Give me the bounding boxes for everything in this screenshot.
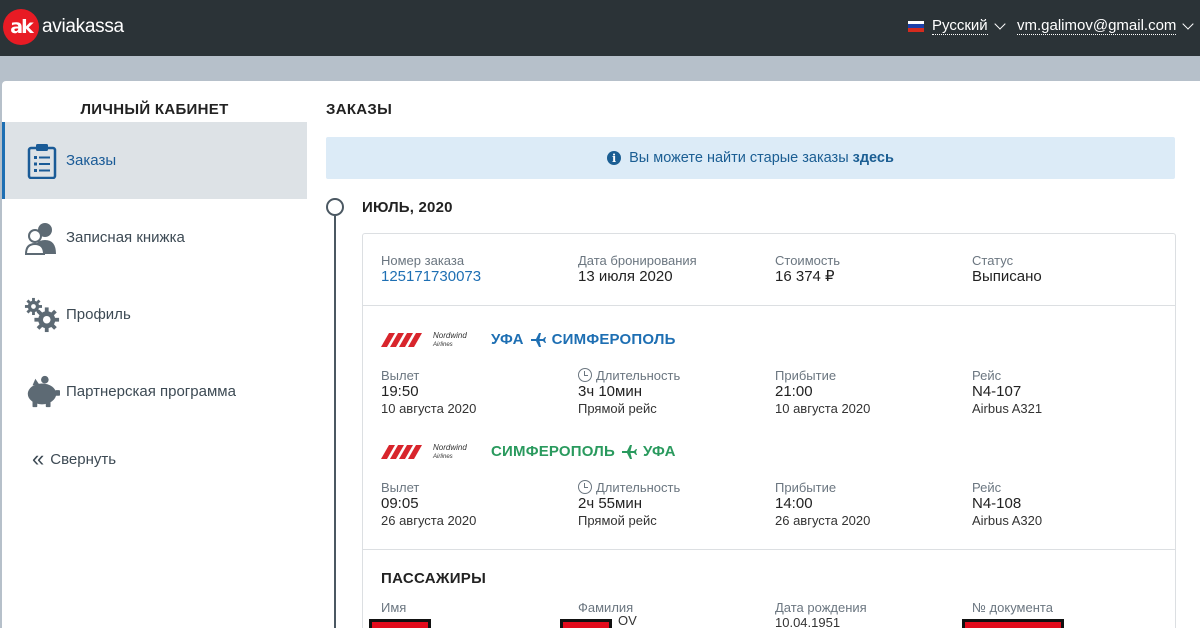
airline-sub: Airlines (433, 453, 453, 460)
sidebar-item-label: Заказы (66, 152, 117, 169)
duration-value: 2ч 55мин (578, 495, 642, 512)
notice-text: Вы можете найти старые заказы (629, 150, 849, 166)
order-number-label: Номер заказа (381, 253, 465, 268)
aircraft: Airbus A320 (972, 513, 1043, 528)
chevron-down-icon (1182, 17, 1195, 30)
timeline-dot (326, 198, 344, 216)
russia-flag-icon (908, 20, 924, 32)
route-outbound: УФА СИМФЕРОПОЛЬ (491, 331, 676, 348)
gears-icon (24, 297, 60, 333)
status-value: Выписано (972, 268, 1042, 285)
redaction-block (962, 619, 1064, 628)
booking-date-label: Дата бронирования (578, 253, 697, 268)
orders-panel: ЗАКАЗЫ i Вы можете найти старые заказы з… (307, 81, 1200, 628)
duration-value: 3ч 10мин (578, 383, 642, 400)
flight-number: N4-108 (972, 495, 1022, 512)
clock-icon (578, 480, 592, 494)
info-icon: i (607, 151, 622, 165)
logo-text: aviakassa (42, 16, 124, 37)
price-label: Стоимость (775, 253, 841, 268)
arrival-date: 26 августа 2020 (775, 513, 871, 528)
departure-date: 10 августа 2020 (381, 401, 477, 416)
sidebar-item-label: Партнерская программа (66, 383, 236, 400)
status-label: Статус (972, 253, 1014, 268)
page-title: ЗАКАЗЫ (326, 101, 393, 118)
departure-time: 19:50 (381, 383, 419, 400)
route-return: СИМФЕРОПОЛЬ УФА (491, 443, 676, 460)
departure-date: 26 августа 2020 (381, 513, 477, 528)
month-heading: ИЮЛЬ, 2020 (362, 199, 453, 216)
sidebar-item-orders[interactable]: Заказы (2, 122, 307, 199)
arrival-time: 14:00 (775, 495, 813, 512)
sidebar-item-label: Профиль (66, 306, 131, 323)
piggy-bank-icon (24, 374, 60, 410)
order-number-link[interactable]: 125171730073 (381, 268, 481, 286)
document-label: № документа (972, 600, 1053, 615)
divider (363, 305, 1175, 306)
logo-mark: ak (3, 9, 39, 45)
chevron-down-icon (994, 17, 1006, 30)
arrival-label: Прибытие (775, 480, 837, 495)
plane-icon (621, 444, 637, 459)
aviakassa-logo[interactable]: ak aviakassa (3, 9, 124, 45)
divider (363, 549, 1175, 550)
plane-icon (530, 332, 546, 347)
clipboard-icon (24, 143, 60, 179)
route-from: СИМФЕРОПОЛЬ (491, 443, 615, 460)
flight-type: Прямой рейс (578, 401, 657, 416)
booking-date-value: 13 июля 2020 (578, 268, 673, 285)
aircraft: Airbus A321 (972, 401, 1043, 416)
nordwind-logo: Nordwind Airlines (381, 331, 476, 349)
double-chevron-left-icon: « (32, 446, 45, 471)
redaction-block (560, 619, 612, 628)
route-to: УФА (642, 443, 676, 460)
sidebar-item-label: Записная книжка (66, 229, 185, 246)
route-from: УФА (491, 331, 524, 348)
top-bar: ak aviakassa Русский vm.galimov@gmail.co… (0, 0, 1200, 56)
nordwind-mark-icon (381, 333, 422, 347)
airline-name: Nordwind (433, 442, 467, 452)
order-card: Номер заказа 125171730073 Дата бронирова… (362, 233, 1176, 628)
route-to: СИМФЕРОПОЛЬ (551, 331, 676, 348)
airline-sub: Airlines (433, 341, 453, 348)
departure-label: Вылет (381, 480, 420, 495)
birth-label: Дата рождения (775, 600, 867, 615)
name-label: Имя (381, 600, 407, 615)
sidebar-item-profile[interactable]: Профиль (2, 276, 307, 353)
duration-label: Длительность (596, 480, 681, 495)
timeline-line (334, 216, 336, 628)
sidebar: ЛИЧНЫЙ КАБИНЕТ Заказы Записная книжка Пр… (2, 81, 307, 628)
flight-number: N4-107 (972, 383, 1022, 400)
departure-time: 09:05 (381, 495, 419, 512)
birth-date: 10.04.1951 (775, 615, 841, 628)
user-menu[interactable]: vm.galimov@gmail.com (1017, 17, 1195, 35)
sidebar-item-partner-program[interactable]: Партнерская программа (2, 353, 307, 430)
flight-label: Рейс (972, 480, 1002, 495)
flight-label: Рейс (972, 368, 1002, 383)
arrival-label: Прибытие (775, 368, 837, 383)
language-selector[interactable]: Русский (908, 17, 1006, 35)
user-email: vm.galimov@gmail.com (1017, 17, 1177, 35)
sidebar-title: ЛИЧНЫЙ КАБИНЕТ (80, 101, 229, 118)
old-orders-link[interactable]: здесь (853, 150, 894, 166)
collapse-label: Свернуть (50, 450, 117, 468)
arrival-date: 10 августа 2020 (775, 401, 871, 416)
flight-type: Прямой рейс (578, 513, 657, 528)
nordwind-mark-icon (381, 445, 422, 459)
airline-name: Nordwind (433, 330, 467, 340)
language-label: Русский (932, 17, 988, 35)
clock-icon (578, 368, 592, 382)
price-value: 16 374 ₽ (775, 268, 835, 285)
old-orders-notice: i Вы можете найти старые заказы здесь (326, 137, 1175, 179)
contacts-icon (24, 220, 60, 256)
collapse-sidebar-button[interactable]: « Свернуть (2, 442, 307, 476)
arrival-time: 21:00 (775, 383, 813, 400)
redaction-block (369, 619, 431, 628)
passengers-title: ПАССАЖИРЫ (381, 570, 487, 587)
departure-label: Вылет (381, 368, 420, 383)
sidebar-item-address-book[interactable]: Записная книжка (2, 199, 307, 276)
nordwind-logo: Nordwind Airlines (381, 443, 476, 461)
duration-label: Длительность (596, 368, 681, 383)
